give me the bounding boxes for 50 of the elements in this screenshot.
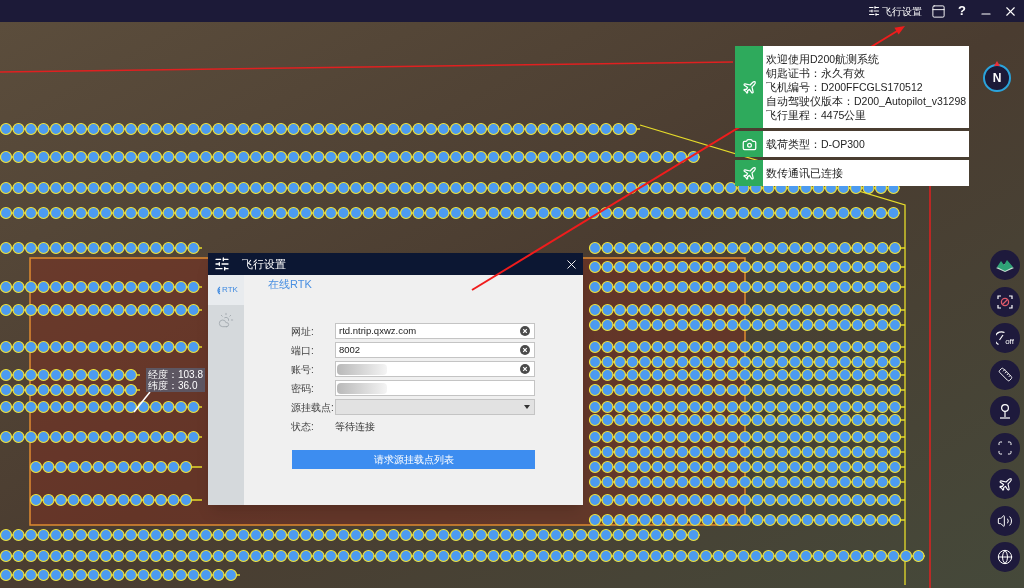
info-text: 钥匙证书：永久有效 (766, 66, 866, 80)
sliders-icon (868, 5, 880, 17)
caret-icon (524, 405, 530, 409)
globe-icon (997, 549, 1013, 565)
info-text: 数传通讯已连接 (766, 166, 843, 180)
plane-icon (741, 165, 757, 181)
field-label: 源挂载点: (291, 400, 335, 415)
blurred-value (337, 382, 387, 394)
weather-icon (218, 312, 234, 328)
window-icon (930, 3, 946, 19)
field-label: 网址: (291, 324, 315, 339)
input-field[interactable] (335, 361, 535, 377)
info-text: 载荷类型：D-OP300 (766, 137, 865, 151)
dialog-title: 飞行设置 (242, 256, 286, 272)
plane-icon (741, 79, 757, 95)
camera-off-icon (997, 294, 1013, 309)
plane-icon (997, 476, 1013, 492)
input-field[interactable]: 8002 (335, 342, 535, 358)
info-text: 自动驾驶仪版本：D200_Autopilot_v31298 (766, 94, 967, 108)
settings-button[interactable]: 飞行设置 (868, 3, 922, 19)
sliders-icon (214, 256, 230, 272)
info-text: 欢迎使用D200航测系统 (766, 52, 881, 66)
status-text: 等待连接 (335, 419, 375, 434)
field-label: 密码: (291, 381, 315, 396)
info-text: 飞行里程：4475公里 (766, 108, 868, 122)
leader-line (133, 391, 151, 413)
coordinate-text: 纬度：36.0 (148, 380, 199, 391)
field-label: 账号: (291, 362, 315, 377)
clear-icon[interactable] (520, 364, 530, 374)
north-pointer-icon (994, 61, 1000, 66)
clear-icon[interactable] (520, 326, 530, 336)
joystick-icon (999, 403, 1011, 419)
fullscreen-icon (997, 439, 1013, 456)
info-text: 飞机编号：D200FFCGLS170512 (766, 80, 924, 94)
gauge-icon (996, 330, 1006, 346)
camera-icon (741, 136, 757, 152)
clear-icon[interactable] (520, 345, 530, 355)
speaker-icon (997, 512, 1013, 529)
section-title: 在线RTK (267, 277, 313, 291)
input-field[interactable] (335, 380, 535, 396)
input-field[interactable]: rtd.ntrip.qxwz.com (335, 323, 535, 339)
field-label: 状态: (291, 419, 315, 434)
field-label: 端口: (291, 343, 315, 358)
blurred-value (337, 363, 387, 375)
dropdown-field[interactable] (335, 399, 535, 415)
help-button[interactable]: ? (950, 0, 974, 22)
terrain-icon (996, 258, 1014, 272)
ruler-icon (997, 367, 1013, 382)
signal-icon (214, 285, 222, 295)
coordinate-text: 经度：103.8 (148, 369, 204, 380)
